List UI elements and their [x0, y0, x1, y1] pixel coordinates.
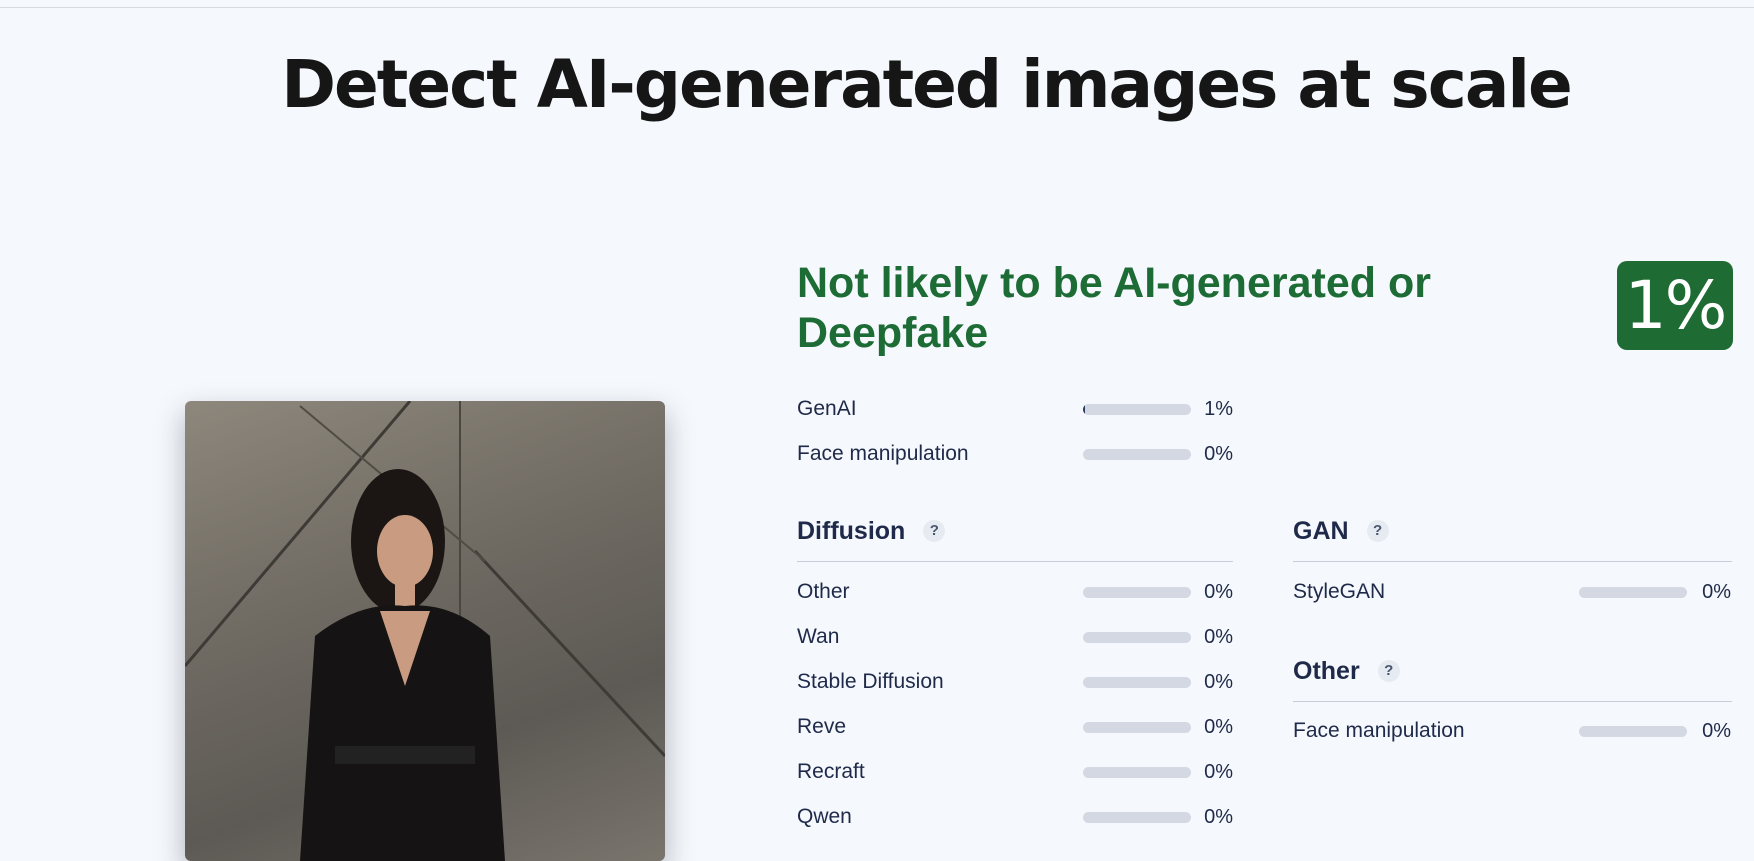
score-row: Other 0%: [797, 577, 1233, 607]
other-divider: [1293, 701, 1732, 702]
score-percent: 0%: [1702, 581, 1731, 603]
score-row: Face manipulation 0%: [797, 439, 1233, 469]
score-bar-fill: [1083, 404, 1086, 415]
diffusion-heading: Diffusion: [797, 517, 906, 545]
score-row: Reve 0%: [797, 712, 1233, 742]
other-section: Other ?: [1293, 656, 1732, 702]
gan-heading: GAN: [1293, 517, 1349, 545]
uploaded-image: [185, 401, 665, 861]
score-row: StyleGAN 0%: [1293, 577, 1731, 607]
score-percent: 0%: [1204, 671, 1233, 693]
score-percent: 0%: [1702, 720, 1731, 742]
other-help-icon[interactable]: ?: [1377, 660, 1400, 682]
gan-help-icon[interactable]: ?: [1366, 520, 1389, 542]
score-bar: [1083, 404, 1191, 415]
score-bar: [1083, 767, 1191, 778]
score-bar: [1579, 726, 1687, 737]
diffusion-section: Diffusion ?: [797, 516, 1233, 562]
score-row: Stable Diffusion 0%: [797, 667, 1233, 697]
score-row: Wan 0%: [797, 622, 1233, 652]
score-row: Recraft 0%: [797, 757, 1233, 787]
top-divider: [0, 7, 1754, 8]
score-label: Recraft: [797, 760, 865, 783]
score-label: Face manipulation: [797, 442, 969, 465]
diffusion-divider: [797, 561, 1233, 562]
other-heading: Other: [1293, 657, 1360, 685]
score-row: Face manipulation 0%: [1293, 716, 1731, 746]
score-percent: 0%: [1204, 626, 1233, 648]
score-label: Qwen: [797, 805, 852, 828]
verdict-heading: Not likely to be AI-generated or Deepfak…: [797, 259, 1431, 357]
score-label: Face manipulation: [1293, 719, 1465, 742]
score-percent: 0%: [1204, 716, 1233, 738]
score-label: StyleGAN: [1293, 580, 1386, 603]
score-percent: 1%: [1204, 398, 1233, 420]
score-row: Qwen 0%: [797, 802, 1233, 832]
score-label: Stable Diffusion: [797, 670, 944, 693]
score-bar: [1083, 632, 1191, 643]
page-title: Detect AI-generated images at scale: [281, 46, 1573, 123]
score-percent: 0%: [1204, 443, 1233, 465]
score-label: Reve: [797, 715, 847, 738]
gan-section: GAN ?: [1293, 516, 1732, 562]
score-label: Wan: [797, 625, 840, 648]
overall-score-badge: 1%: [1617, 261, 1733, 350]
score-bar: [1083, 722, 1191, 733]
score-bar: [1579, 587, 1687, 598]
score-bar: [1083, 587, 1191, 598]
score-label: GenAI: [797, 397, 857, 420]
score-percent: 0%: [1204, 761, 1233, 783]
score-bar: [1083, 449, 1191, 460]
score-label: Other: [797, 580, 850, 603]
score-percent: 0%: [1204, 581, 1233, 603]
score-bar: [1083, 677, 1191, 688]
diffusion-help-icon[interactable]: ?: [923, 520, 946, 542]
score-percent: 0%: [1204, 806, 1233, 828]
gan-divider: [1293, 561, 1732, 562]
score-bar: [1083, 812, 1191, 823]
score-row: GenAI 1%: [797, 394, 1233, 424]
